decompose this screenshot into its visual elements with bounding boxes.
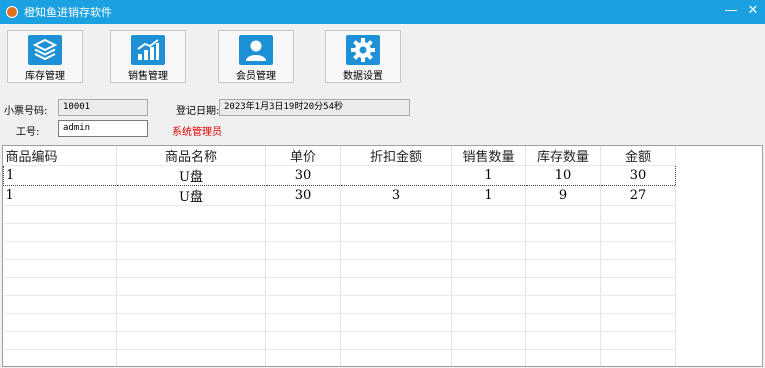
table-row[interactable]: 1 U盘 30 3 1 9 27 [3, 185, 676, 206]
table-cell[interactable]: 9 [525, 185, 601, 206]
table-cell[interactable]: U盘 [116, 165, 266, 186]
column-header[interactable]: 折扣金额 [340, 146, 452, 166]
column-header[interactable]: 商品名称 [116, 146, 266, 166]
employee-id-input[interactable]: admin [58, 120, 148, 137]
empty-row [3, 205, 676, 224]
date-field[interactable]: 2023年1月3日19时20分54秒 [219, 99, 410, 116]
user-icon [239, 35, 273, 65]
toolbar-label: 库存管理 [25, 71, 65, 82]
date-label: 登记日期: [176, 106, 220, 117]
data-settings-button[interactable]: 数据设置 [325, 30, 401, 83]
column-header[interactable]: 单价 [265, 146, 341, 166]
table-cell[interactable]: 30 [600, 165, 676, 186]
bar-chart-icon [131, 35, 165, 65]
table-cell[interactable] [340, 165, 452, 186]
toolbar-label: 数据设置 [343, 71, 383, 82]
table-cell[interactable]: 1 [3, 165, 117, 186]
employee-id-label: 工号: [16, 127, 40, 138]
empty-row [3, 223, 676, 242]
empty-row [3, 295, 676, 314]
empty-row [3, 349, 676, 366]
member-management-button[interactable]: 会员管理 [218, 30, 294, 83]
receipt-number-field[interactable]: 10001 [58, 99, 148, 116]
close-button[interactable]: ✕ [744, 2, 762, 20]
table-cell[interactable]: 1 [451, 185, 526, 206]
table-cell[interactable]: 10 [525, 165, 601, 186]
table-cell[interactable]: 1 [451, 165, 526, 186]
empty-row [3, 313, 676, 332]
empty-row [3, 331, 676, 350]
app-logo-icon [6, 6, 18, 18]
table-cell[interactable]: 1 [3, 185, 117, 206]
table-cell[interactable]: U盘 [116, 185, 266, 206]
minimize-button[interactable]: — [722, 2, 740, 20]
column-header[interactable]: 销售数量 [451, 146, 526, 166]
column-header[interactable]: 商品编码 [3, 146, 117, 166]
main-window: 橙知鱼进销存软件 — ✕ 库存管理 销售管理 会员管理 数据设置 小票号码: 1… [0, 0, 765, 368]
toolbar-label: 会员管理 [236, 71, 276, 82]
toolbar: 库存管理 销售管理 会员管理 数据设置 [0, 24, 765, 88]
table-cell[interactable]: 3 [340, 185, 452, 206]
header-row: 商品编码 商品名称 单价 折扣金额 销售数量 库存数量 金额 [3, 146, 676, 166]
user-role-text: 系统管理员 [172, 127, 222, 138]
toolbar-label: 销售管理 [128, 71, 168, 82]
table-cell[interactable]: 27 [600, 185, 676, 206]
table-cell[interactable]: 30 [265, 185, 341, 206]
gear-icon [346, 35, 380, 65]
sales-grid[interactable]: 商品编码 商品名称 单价 折扣金额 销售数量 库存数量 金额 1 U盘 30 1… [2, 145, 763, 367]
table-cell[interactable]: 30 [265, 165, 341, 186]
sales-table: 商品编码 商品名称 单价 折扣金额 销售数量 库存数量 金额 1 U盘 30 1… [3, 146, 676, 366]
table-row[interactable]: 1 U盘 30 1 10 30 [3, 165, 676, 186]
column-header[interactable]: 库存数量 [525, 146, 601, 166]
title-bar: 橙知鱼进销存软件 — ✕ [0, 0, 765, 24]
sales-management-button[interactable]: 销售管理 [110, 30, 186, 83]
empty-row [3, 259, 676, 278]
layers-icon [28, 35, 62, 65]
receipt-number-label: 小票号码: [4, 106, 48, 117]
window-title: 橙知鱼进销存软件 [24, 6, 112, 19]
empty-row [3, 241, 676, 260]
inventory-management-button[interactable]: 库存管理 [7, 30, 83, 83]
column-header[interactable]: 金额 [600, 146, 676, 166]
empty-row [3, 277, 676, 296]
